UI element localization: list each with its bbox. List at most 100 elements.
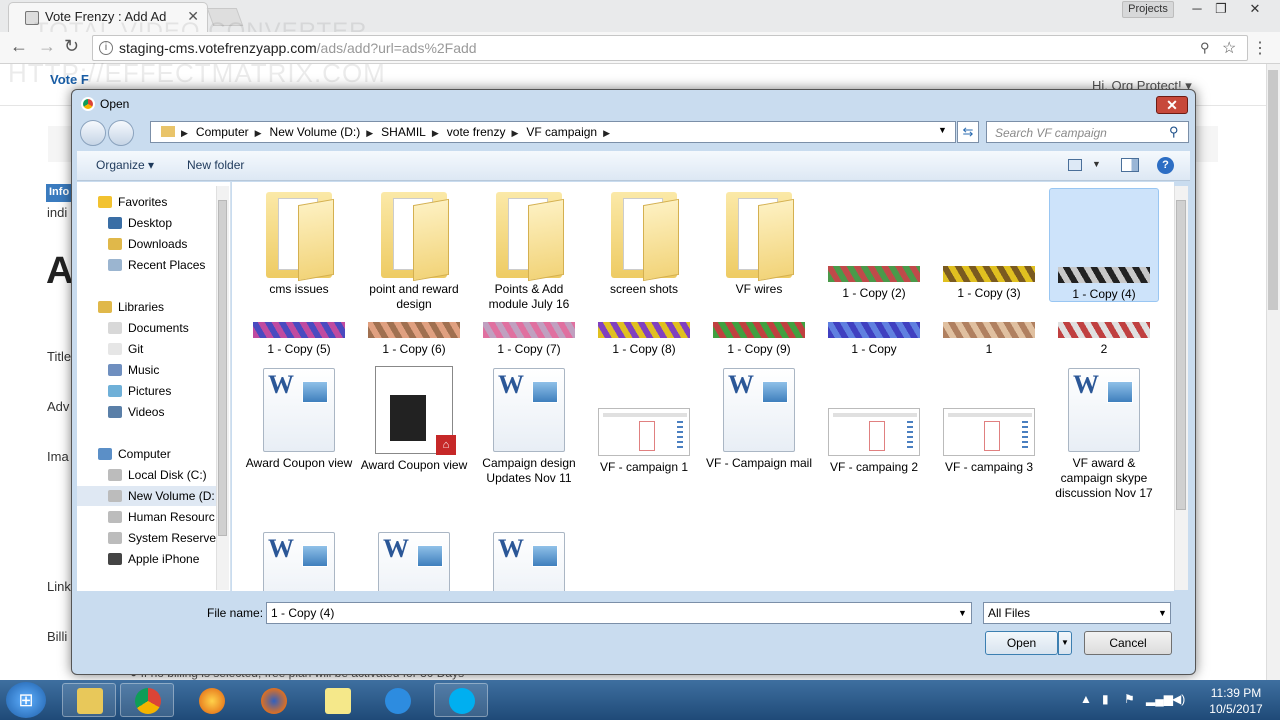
file-item[interactable]: W VF award & campaign skype discussion No… [1049, 368, 1159, 501]
window-close-icon[interactable]: ✕ [1242, 0, 1268, 20]
file-type-select[interactable]: All Files [983, 602, 1171, 624]
nav-item[interactable]: Libraries [77, 297, 216, 317]
file-item[interactable]: cms issues [244, 188, 354, 297]
new-folder-button[interactable]: New folder [187, 158, 244, 172]
dialog-back-button[interactable] [80, 120, 106, 146]
file-item[interactable]: 1 - Copy [819, 322, 929, 357]
file-item[interactable]: W Campaign design Updates Nov 11 [474, 368, 584, 486]
nav-item[interactable]: Desktop [77, 213, 216, 233]
file-item[interactable]: 1 - Copy (4) [1049, 188, 1159, 302]
file-item[interactable]: 2 [1049, 322, 1159, 357]
taskbar-app[interactable] [184, 683, 238, 717]
file-item[interactable]: point and reward design [359, 188, 469, 312]
nav-item[interactable]: Computer [77, 444, 216, 464]
file-item[interactable]: 1 - Copy (5) [244, 322, 354, 357]
minimize-icon[interactable]: ─ [1184, 0, 1210, 20]
file-item[interactable]: W VF - Campaign mail [704, 368, 814, 471]
breadcrumb-item[interactable]: Computer [196, 125, 249, 139]
nav-item[interactable]: Git [77, 339, 216, 359]
nav-item[interactable]: Local Disk (C:) [77, 465, 216, 485]
file-scrollbar-thumb[interactable] [1176, 200, 1186, 510]
nav-item[interactable]: System Reserve [77, 528, 216, 548]
back-arrow-icon[interactable]: ← [10, 36, 28, 56]
file-item[interactable]: VF - campaign 1 [589, 368, 699, 475]
nav-item[interactable]: Favorites [77, 192, 216, 212]
file-item[interactable]: VF - campaing 2 [819, 368, 929, 475]
file-item[interactable]: VF wires [704, 188, 814, 297]
chevron-right-icon[interactable]: ▶ [255, 128, 262, 138]
volume-icon[interactable]: ◀) [1172, 692, 1185, 706]
taskbar-explorer[interactable] [62, 683, 116, 717]
taskbar-video[interactable] [370, 683, 424, 717]
site-info-icon[interactable]: i [99, 41, 113, 55]
dialog-close-button[interactable]: ✕ [1156, 96, 1188, 114]
action-center-flag-icon[interactable]: ⚑ [1124, 692, 1135, 706]
nav-item[interactable]: New Volume (D: [77, 486, 216, 506]
file-name-input[interactable]: 1 - Copy (4) [266, 602, 972, 624]
file-item[interactable]: ⌂ Award Coupon view [359, 366, 469, 473]
tray-arrow-icon[interactable]: ▲ [1080, 692, 1092, 706]
nav-item[interactable]: Videos [77, 402, 216, 422]
change-view-icon[interactable] [1068, 159, 1082, 171]
file-name-dropdown-icon[interactable]: ▼ [958, 608, 967, 618]
nav-item[interactable]: Apple iPhone [77, 549, 216, 569]
file-item[interactable]: 1 - Copy (2) [819, 188, 929, 301]
profile-button[interactable]: Projects [1122, 1, 1174, 18]
view-dropdown-icon[interactable]: ▼ [1092, 159, 1101, 169]
breadcrumb-item[interactable]: VF campaign [526, 125, 597, 139]
menu-icon[interactable]: ⋮ [1252, 38, 1268, 58]
taskbar-skype[interactable] [434, 683, 488, 717]
file-item[interactable]: 1 - Copy (6) [359, 322, 469, 357]
chevron-right-icon[interactable]: ▶ [432, 128, 439, 138]
breadcrumb-item[interactable]: New Volume (D:) [270, 125, 361, 139]
chevron-right-icon[interactable]: ▶ [603, 128, 610, 138]
chevron-right-icon[interactable]: ▶ [366, 128, 373, 138]
chevron-right-icon[interactable]: ▶ [511, 128, 518, 138]
start-button[interactable]: ⊞ [6, 682, 46, 718]
refresh-icon[interactable]: ⇆ [957, 121, 979, 143]
file-item[interactable]: 1 - Copy (3) [934, 188, 1044, 301]
file-item[interactable]: 1 - Copy (7) [474, 322, 584, 357]
file-item[interactable]: 1 - Copy (8) [589, 322, 699, 357]
dialog-forward-button[interactable] [108, 120, 134, 146]
nav-item[interactable]: Human Resourc [77, 507, 216, 527]
nav-item[interactable]: Downloads [77, 234, 216, 254]
taskbar-clock[interactable]: 11:39 PM 10/5/2017 [1196, 685, 1276, 717]
file-item[interactable]: 1 - Copy (9) [704, 322, 814, 357]
nav-item[interactable]: Documents [77, 318, 216, 338]
taskbar-sticky[interactable] [310, 683, 364, 717]
file-item[interactable]: W [244, 532, 354, 591]
taskbar-chrome[interactable] [120, 683, 174, 717]
reload-icon[interactable]: ↻ [64, 36, 79, 56]
chevron-right-icon[interactable]: ▶ [181, 128, 188, 138]
help-icon[interactable]: ? [1157, 157, 1174, 174]
file-type-dropdown-icon[interactable]: ▼ [1158, 608, 1167, 618]
file-item[interactable]: Points & Add module July 16 [474, 188, 584, 312]
nav-item[interactable]: Music [77, 360, 216, 380]
network-icon[interactable]: ▂▄▆ [1146, 692, 1173, 706]
nav-item[interactable]: Recent Places [77, 255, 216, 275]
organize-button[interactable]: Organize ▾ [96, 158, 154, 172]
dialog-address-bar[interactable]: ▶ Computer ▶ New Volume (D:) ▶ SHAMIL ▶ vote fr… [150, 121, 956, 143]
breadcrumb-item[interactable]: vote frenzy [447, 125, 506, 139]
taskbar-firefox[interactable] [246, 683, 300, 717]
open-button[interactable]: Open [985, 631, 1058, 655]
file-item[interactable]: W [359, 532, 469, 591]
file-item[interactable]: W [474, 532, 584, 591]
restore-icon[interactable]: ❐ [1208, 0, 1234, 20]
nav-scrollbar-thumb[interactable] [218, 200, 227, 536]
file-item[interactable]: W Award Coupon view [244, 368, 354, 471]
cancel-button[interactable]: Cancel [1084, 631, 1172, 655]
extension-icon[interactable]: ⚲ [1200, 40, 1210, 56]
forward-arrow-icon[interactable]: → [38, 36, 56, 56]
tray-device-icon[interactable]: ▮ [1102, 692, 1109, 706]
preview-pane-icon[interactable] [1121, 158, 1139, 172]
address-dropdown-icon[interactable]: ▼ [938, 125, 947, 135]
file-item[interactable]: VF - campaing 3 [934, 368, 1044, 475]
file-item[interactable]: screen shots [589, 188, 699, 297]
bookmark-star-icon[interactable]: ☆ [1222, 38, 1236, 58]
breadcrumb-item[interactable]: SHAMIL [381, 125, 426, 139]
search-input[interactable]: Search VF campaign [986, 121, 1189, 143]
page-scrollbar-thumb[interactable] [1268, 70, 1278, 310]
search-icon[interactable]: ⚲ [1169, 124, 1179, 140]
